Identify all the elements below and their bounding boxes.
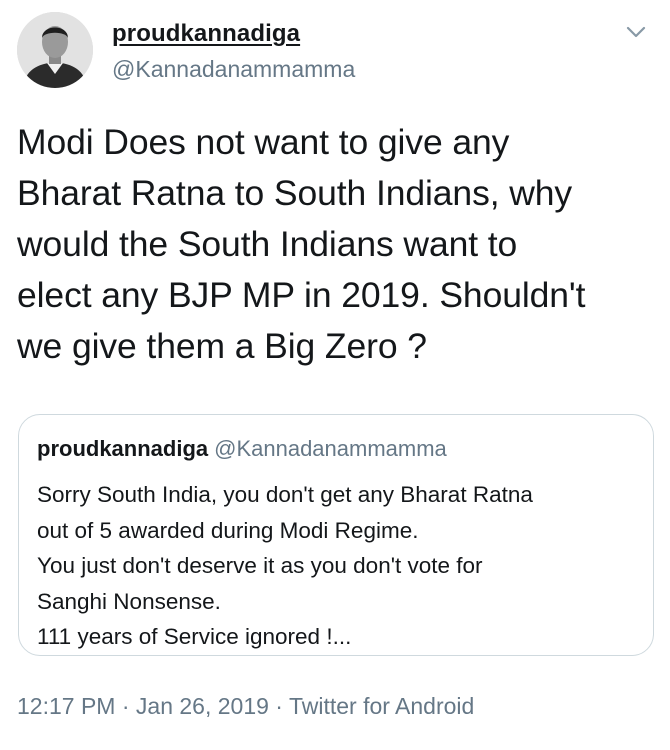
tweet-source: Twitter for Android: [288, 693, 475, 719]
tweet-metadata: 12:17 PM · Jan 26, 2019 · Twitter for An…: [17, 691, 474, 721]
author-display-name[interactable]: proudkannadiga: [112, 20, 355, 48]
quoted-tweet-text: Sorry South India, you don't get any Bha…: [37, 482, 533, 649]
tweet-time[interactable]: 12:17 PM: [17, 693, 115, 719]
tweet-card: proudkannadiga @Kannadanammamma Modi Doe…: [0, 0, 670, 750]
quoted-tweet-header: proudkannadiga @Kannadanammamma: [37, 435, 447, 463]
tweet-text: Modi Does not want to give any Bharat Ra…: [17, 122, 586, 366]
meta-separator: ·: [268, 693, 289, 719]
quoted-tweet-display-name: proudkannadiga: [37, 436, 209, 461]
meta-separator: ·: [115, 693, 136, 719]
chevron-down-icon[interactable]: [624, 22, 648, 42]
tweet-date[interactable]: Jan 26, 2019: [136, 693, 269, 719]
quoted-tweet[interactable]: proudkannadiga @Kannadanammamma Sorry Sou…: [18, 414, 654, 656]
avatar[interactable]: [17, 12, 93, 88]
quoted-tweet-handle: @Kannadanammamma: [214, 436, 447, 461]
author-handle[interactable]: @Kannadanammamma: [112, 55, 355, 83]
author-info: proudkannadiga @Kannadanammamma: [112, 20, 355, 83]
user-photo-icon: [17, 12, 93, 88]
